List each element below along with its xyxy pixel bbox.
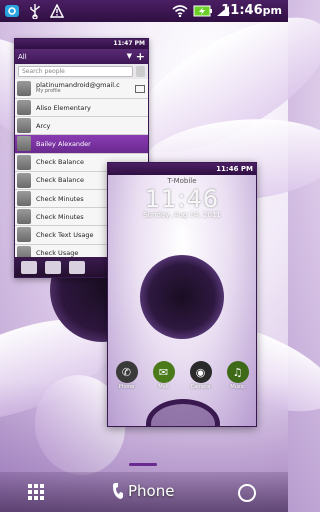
avatar xyxy=(17,209,31,225)
carrier-label: T-Mobile xyxy=(167,177,197,185)
people-filter-label: All xyxy=(18,52,27,61)
avatar xyxy=(17,191,31,207)
recent-app-lockscreen[interactable]: 11:46 PM T-Mobile 11:46 Sunday, Aug 14, … xyxy=(107,162,257,427)
contact-name: Aliso Elementary xyxy=(36,103,91,112)
music-icon: ♫ xyxy=(226,361,249,383)
phone-icon xyxy=(113,483,123,499)
camera-icon: ◉ xyxy=(189,361,212,383)
contact-name: Bailey Alexander xyxy=(36,139,91,148)
contact-name: Arcy xyxy=(36,121,51,130)
lockscreen-clock: 11:46 xyxy=(144,185,220,213)
people-filter-bar[interactable]: All ▼ + xyxy=(15,49,148,64)
contact-name: Check Text Usage xyxy=(36,230,94,239)
contact-row[interactable]: Arcy xyxy=(15,117,148,136)
warning-icon xyxy=(46,0,68,22)
tab-groups-icon[interactable] xyxy=(45,260,61,274)
my-profile-row[interactable]: platinumandroid@gmail.c My profile xyxy=(15,79,148,99)
chevron-down-icon: ▼ xyxy=(126,52,132,60)
tab-people-icon[interactable] xyxy=(21,260,37,274)
lockscreen-app-music[interactable]: ♫ Music xyxy=(224,361,252,390)
avatar xyxy=(17,154,31,170)
htc-sense-icon xyxy=(0,0,24,22)
avatar xyxy=(17,136,31,152)
contact-name: Check Minutes xyxy=(36,194,84,203)
phone-button[interactable]: Phone xyxy=(112,480,174,502)
avatar xyxy=(17,100,31,116)
battery-charging-icon xyxy=(192,0,214,22)
avatar xyxy=(17,118,31,134)
contact-name: Check Balance xyxy=(36,158,84,167)
lockscreen-app-dock: ✆ Phone ✉ Mail ◉ Camera ♫ Music xyxy=(108,361,256,390)
usb-icon xyxy=(24,0,46,22)
unlock-ring[interactable] xyxy=(146,399,220,426)
lockscreen-status-bar: 11:46 PM xyxy=(108,163,256,175)
status-clock: 11:46pm xyxy=(221,3,282,18)
lockscreen-app-label: Phone xyxy=(118,384,135,390)
status-bar: 11:46pm xyxy=(0,0,288,22)
home-page-indicator xyxy=(129,463,157,466)
wifi-icon xyxy=(170,0,190,22)
add-contact-icon[interactable]: + xyxy=(136,50,145,63)
people-search-input[interactable]: Search people xyxy=(18,66,133,77)
mail-icon: ✉ xyxy=(152,361,175,383)
lockscreen-app-mail[interactable]: ✉ Mail xyxy=(150,361,178,390)
profile-sub-label: My profile xyxy=(36,88,61,95)
contact-row[interactable]: Bailey Alexander xyxy=(15,135,148,154)
avatar xyxy=(17,81,31,96)
all-apps-icon[interactable] xyxy=(28,484,44,500)
contact-row[interactable]: Aliso Elementary xyxy=(15,99,148,118)
contact-card-icon xyxy=(135,84,145,93)
lockscreen-app-label: Music xyxy=(230,384,245,390)
contact-name: Check Usage xyxy=(36,249,79,258)
contact-name: Check Minutes xyxy=(36,212,84,221)
personalize-icon[interactable] xyxy=(238,484,256,502)
lockscreen-app-camera[interactable]: ◉ Camera xyxy=(187,361,215,390)
contact-name: Check Balance xyxy=(36,176,84,185)
lockscreen-date: Sunday, Aug 14, 2011 xyxy=(143,211,221,219)
tab-call-history-icon[interactable] xyxy=(69,260,85,274)
phone-icon: ✆ xyxy=(115,361,138,383)
avatar xyxy=(17,227,31,243)
phone-button-label: Phone xyxy=(128,482,175,500)
lockscreen-app-label: Camera xyxy=(190,384,211,390)
lockscreen-app-phone[interactable]: ✆ Phone xyxy=(113,361,141,390)
lockscreen-wallpaper-flower xyxy=(140,255,224,339)
lockscreen-app-label: Mail xyxy=(158,384,169,390)
microphone-icon[interactable] xyxy=(136,66,145,77)
avatar xyxy=(17,172,31,188)
people-status-bar: 11:47 PM xyxy=(15,39,148,49)
people-search-bar: Search people xyxy=(15,64,148,79)
